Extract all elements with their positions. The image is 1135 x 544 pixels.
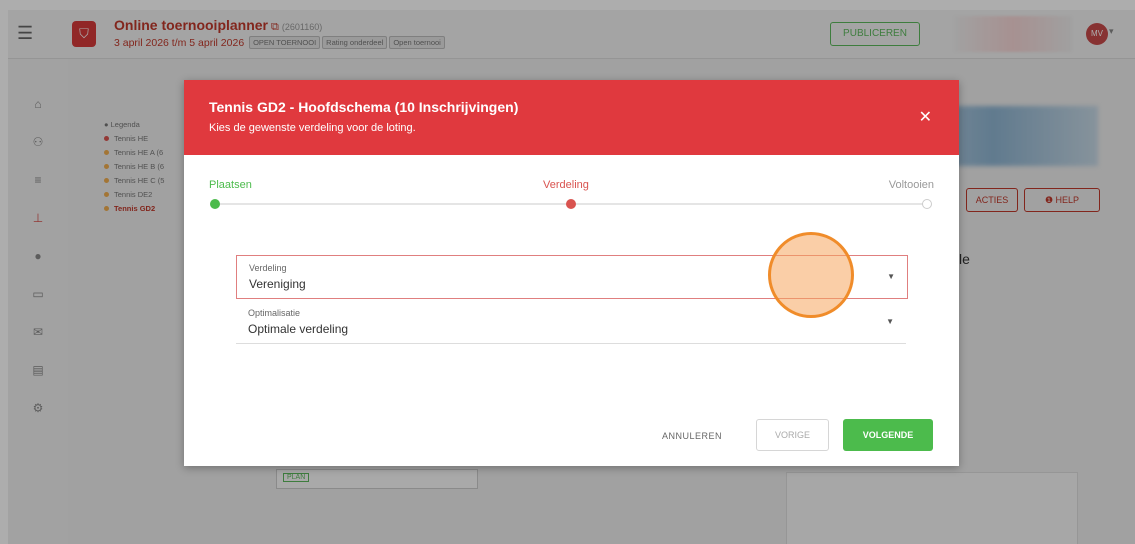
click-highlight bbox=[768, 232, 854, 318]
modal-header: Tennis GD2 - Hoofdschema (10 Inschrijvin… bbox=[184, 80, 959, 155]
next-button[interactable]: VOLGENDE bbox=[843, 419, 933, 451]
close-icon[interactable]: ✕ bbox=[919, 107, 932, 127]
step-label-plaatsen: Plaatsen bbox=[209, 179, 252, 191]
verdeling-value: Vereniging bbox=[249, 277, 306, 291]
cancel-button[interactable]: ANNULEREN bbox=[662, 431, 722, 441]
modal-subtitle: Kies de gewenste verdeling voor de lotin… bbox=[209, 122, 416, 134]
dropdown-arrow-icon: ▼ bbox=[887, 272, 895, 281]
modal-title: Tennis GD2 - Hoofdschema (10 Inschrijvin… bbox=[209, 99, 519, 115]
dropdown-arrow-icon: ▼ bbox=[886, 317, 894, 326]
step-label-verdeling: Verdeling bbox=[543, 179, 589, 191]
verdeling-label: Verdeling bbox=[249, 263, 287, 273]
optimalisatie-value: Optimale verdeling bbox=[248, 322, 349, 336]
step-done-dot bbox=[210, 199, 220, 209]
step-label-voltooien: Voltooien bbox=[888, 179, 934, 191]
step-active-dot bbox=[566, 199, 576, 209]
step-todo-dot bbox=[922, 199, 932, 209]
previous-button[interactable]: VORIGE bbox=[756, 419, 829, 451]
optimalisatie-label: Optimalisatie bbox=[248, 308, 301, 318]
